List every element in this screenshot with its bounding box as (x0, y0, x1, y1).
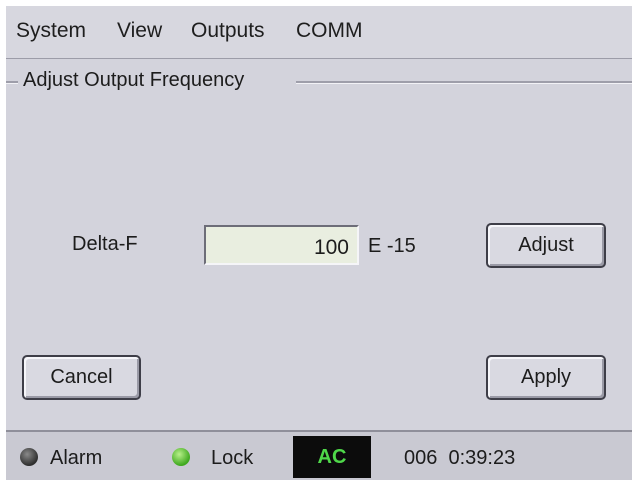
instrument-screen: System View Outputs COMM Adjust Output F… (6, 6, 632, 480)
menu-bar: System View Outputs COMM (6, 6, 632, 59)
lock-led-icon (172, 448, 190, 466)
delta-f-label: Delta-F (72, 233, 138, 255)
alarm-led-icon (20, 448, 38, 466)
menu-system[interactable]: System (16, 18, 86, 44)
group-frame-line (6, 81, 18, 84)
status-bar: Alarm Lock AC 006 0:39:23 (6, 430, 632, 480)
cancel-button[interactable]: Cancel (22, 355, 141, 400)
delta-f-input[interactable]: 100 (204, 225, 359, 265)
menu-view[interactable]: View (117, 18, 162, 44)
power-mode-text: AC (317, 446, 347, 468)
lock-label: Lock (211, 447, 254, 469)
panel-title: Adjust Output Frequency (20, 67, 248, 93)
group-frame-line (296, 81, 632, 84)
apply-button[interactable]: Apply (486, 355, 606, 400)
adjust-button[interactable]: Adjust (486, 223, 606, 268)
delta-f-unit: E -15 (368, 235, 416, 257)
time-readout: 006 0:39:23 (404, 447, 516, 469)
power-mode-indicator: AC (293, 436, 371, 478)
alarm-label: Alarm (50, 447, 103, 469)
menu-comm[interactable]: COMM (296, 18, 363, 44)
menu-outputs[interactable]: Outputs (191, 18, 265, 44)
